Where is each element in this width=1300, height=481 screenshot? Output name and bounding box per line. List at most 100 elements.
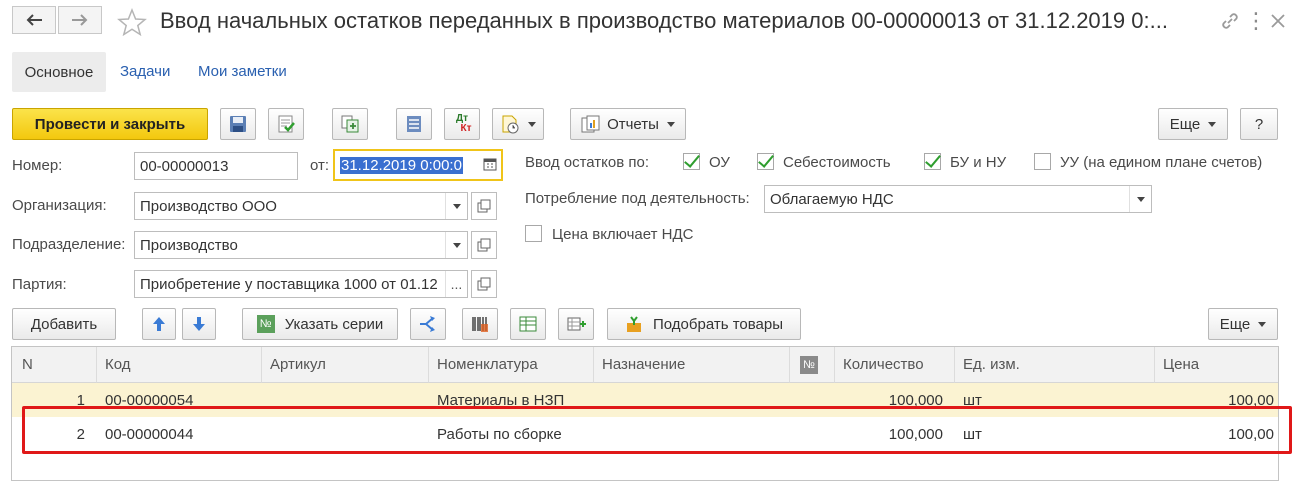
checkbox-ou[interactable] xyxy=(683,153,700,170)
number-field[interactable]: 00-00000013 xyxy=(134,152,298,180)
open-window-icon xyxy=(477,199,491,213)
add-row-button[interactable]: Добавить xyxy=(12,308,116,340)
split-row-button[interactable] xyxy=(410,308,446,340)
table-more-button[interactable]: Еще xyxy=(1208,308,1278,340)
specify-series-button[interactable]: № Указать серии xyxy=(242,308,398,340)
checkbox-bu-nu-label: БУ и НУ xyxy=(950,154,1007,171)
arrow-left-icon xyxy=(26,14,42,26)
checkbox-cost-label: Себестоимость xyxy=(783,154,891,171)
more-button[interactable]: Еще xyxy=(1158,108,1228,140)
pick-goods-button[interactable]: Подобрать товары xyxy=(607,308,801,340)
column-header-purpose[interactable]: Назначение xyxy=(594,347,790,383)
link-icon[interactable] xyxy=(1218,8,1242,34)
table-more-label: Еще xyxy=(1219,315,1251,333)
vat-included-label: Цена включает НДС xyxy=(552,226,694,243)
checkbox-ou-label: ОУ xyxy=(709,154,730,171)
highlight-frame xyxy=(22,406,1292,454)
reports-button[interactable]: Отчеты xyxy=(570,108,686,140)
add-from-table-button[interactable] xyxy=(558,308,594,340)
column-header-quantity[interactable]: Количество xyxy=(835,347,955,383)
post-button[interactable] xyxy=(268,108,304,140)
dt-kt-button[interactable]: Дт Кт xyxy=(444,108,480,140)
barcode-icon xyxy=(472,317,488,332)
checkbox-cost[interactable] xyxy=(757,153,774,170)
checkbox-uu[interactable] xyxy=(1034,153,1051,170)
post-and-close-label: Провести и закрыть xyxy=(34,115,186,133)
checkbox-bu-nu[interactable] xyxy=(924,153,941,170)
consumption-value: Облагаемую НДС xyxy=(770,190,894,208)
column-header-article[interactable]: Артикул xyxy=(262,347,429,383)
tab-tasks[interactable]: Задачи xyxy=(120,63,170,80)
calendar-icon[interactable] xyxy=(483,157,497,175)
more-label: Еще xyxy=(1169,115,1201,133)
floppy-disk-icon xyxy=(230,116,246,132)
arrow-down-icon xyxy=(193,317,205,331)
table-add-icon xyxy=(567,317,586,331)
column-header-series[interactable]: № xyxy=(790,347,835,383)
post-and-close-button[interactable]: Провести и закрыть xyxy=(12,108,208,140)
move-down-button[interactable] xyxy=(182,308,216,340)
open-batch-button[interactable] xyxy=(471,270,497,298)
date-field[interactable]: 31.12.2019 0:00:0 xyxy=(333,149,503,181)
number-label: Номер: xyxy=(12,157,63,174)
chevron-down-icon xyxy=(1208,121,1217,127)
department-field[interactable]: Производство xyxy=(134,231,468,259)
save-button[interactable] xyxy=(220,108,256,140)
tab-main[interactable]: Основное xyxy=(12,52,106,92)
page-title: Ввод начальных остатков переданных в про… xyxy=(160,8,1168,33)
column-header-item[interactable]: Номенклатура xyxy=(429,347,594,383)
series-column-icon: № xyxy=(800,355,818,374)
back-button[interactable] xyxy=(12,6,56,34)
favorite-star-icon[interactable] xyxy=(117,7,147,40)
column-header-price[interactable]: Цена xyxy=(1155,347,1278,383)
list-button[interactable] xyxy=(396,108,432,140)
open-window-icon xyxy=(477,238,491,252)
help-button[interactable]: ? xyxy=(1240,108,1278,140)
series-number-icon: № xyxy=(256,315,275,333)
chevron-down-icon[interactable] xyxy=(445,232,467,258)
consumption-label: Потребление под деятельность: xyxy=(525,190,750,207)
open-organization-button[interactable] xyxy=(471,192,497,220)
barcode-button[interactable] xyxy=(462,308,498,340)
open-window-icon xyxy=(477,277,491,291)
create-based-on-button[interactable] xyxy=(332,108,368,140)
number-value: 00-00000013 xyxy=(140,157,229,175)
checkbox-vat-included[interactable] xyxy=(525,225,542,242)
documents-icon xyxy=(341,115,359,133)
column-header-code[interactable]: Код xyxy=(97,347,262,383)
column-header-unit[interactable]: Ед. изм. xyxy=(955,347,1155,383)
pick-goods-label: Подобрать товары xyxy=(653,315,783,333)
fill-table-button[interactable] xyxy=(510,308,546,340)
forward-button[interactable] xyxy=(58,6,102,34)
reports-icon xyxy=(581,115,600,133)
chevron-down-icon[interactable] xyxy=(445,193,467,219)
date-value: 31.12.2019 0:00:0 xyxy=(340,156,463,174)
checkbox-uu-label: УУ (на едином плане счетов) xyxy=(1060,154,1263,171)
menu-dots-icon[interactable]: ⋮ xyxy=(1244,8,1268,34)
move-up-button[interactable] xyxy=(142,308,176,340)
organization-value: Производство ООО xyxy=(140,197,277,215)
organization-field[interactable]: Производство ООО xyxy=(134,192,468,220)
consumption-field[interactable]: Облагаемую НДС xyxy=(764,185,1152,213)
organization-label: Организация: xyxy=(12,197,107,214)
department-value: Производство xyxy=(140,236,238,254)
arrow-up-icon xyxy=(153,317,165,331)
date-label: от: xyxy=(310,157,330,174)
table-fill-icon xyxy=(519,316,537,332)
ellipsis-icon[interactable]: ... xyxy=(445,271,467,297)
batch-field[interactable]: Приобретение у поставщика 1000 от 01.12 … xyxy=(134,270,468,298)
chevron-down-icon xyxy=(528,121,536,127)
balances-by-label: Ввод остатков по: xyxy=(525,154,650,171)
open-department-button[interactable] xyxy=(471,231,497,259)
related-documents-button[interactable] xyxy=(492,108,544,140)
specify-series-label: Указать серии xyxy=(284,315,384,333)
arrow-right-icon xyxy=(72,14,88,26)
batch-label: Партия: xyxy=(12,276,67,293)
chevron-down-icon[interactable] xyxy=(1129,186,1151,212)
tab-notes[interactable]: Мои заметки xyxy=(198,63,287,80)
add-row-label: Добавить xyxy=(30,315,98,333)
column-header-n[interactable]: N xyxy=(12,347,97,383)
batch-value: Приобретение у поставщика 1000 от 01.12 xyxy=(140,275,438,293)
document-clock-icon xyxy=(502,115,519,134)
close-icon[interactable] xyxy=(1266,8,1290,34)
